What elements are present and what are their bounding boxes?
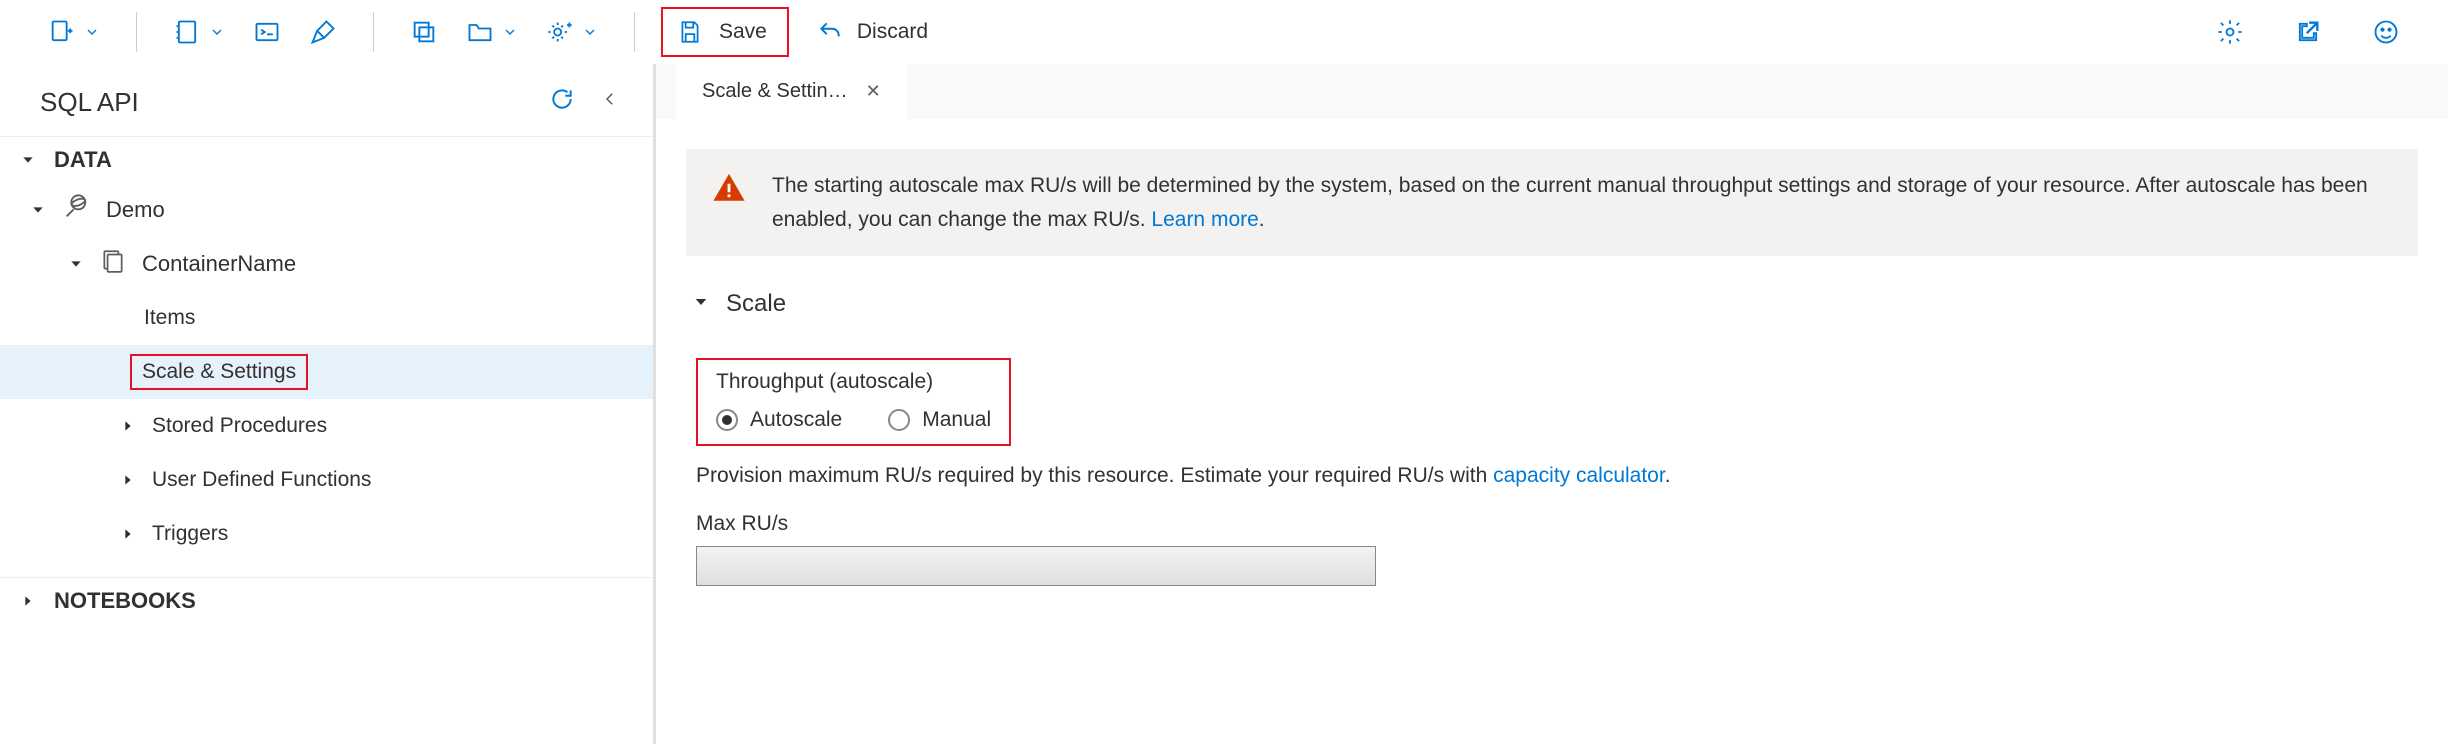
- toolbar-settings[interactable]: [2206, 8, 2254, 56]
- maxru-input[interactable]: [696, 546, 1376, 586]
- banner-text: The starting autoscale max RU/s will be …: [772, 169, 2392, 236]
- console-icon: [253, 18, 281, 46]
- provision-text: Provision maximum RU/s required by this …: [696, 464, 2418, 488]
- tree-item-label: Triggers: [152, 522, 228, 546]
- throughput-radio-group: Autoscale Manual: [716, 408, 991, 432]
- caret-down-icon: [30, 201, 46, 219]
- open-external-icon: [2294, 18, 2322, 46]
- caret-down-icon: [20, 151, 36, 169]
- info-banner: The starting autoscale max RU/s will be …: [686, 149, 2418, 256]
- tree-item-label: Scale & Settings: [130, 354, 308, 390]
- toolbar-bar: Save Discard: [0, 0, 2448, 64]
- sidebar-header: SQL API: [0, 64, 653, 136]
- chevron-down-icon: [582, 24, 598, 40]
- learn-more-link[interactable]: Learn more: [1151, 208, 1258, 231]
- toolbar-feedback[interactable]: [2362, 8, 2410, 56]
- toolbar-separator: [634, 12, 635, 52]
- close-tab-button[interactable]: ✕: [866, 81, 881, 102]
- chevron-down-icon: [84, 24, 100, 40]
- sidebar: SQL API DATA: [0, 64, 656, 744]
- tree-container[interactable]: ContainerName: [0, 237, 653, 291]
- tree-database-label: Demo: [106, 197, 165, 223]
- sidebar-data-header[interactable]: DATA: [0, 137, 653, 183]
- database-icon: [62, 193, 90, 227]
- gear-icon: [2216, 18, 2244, 46]
- discard-button[interactable]: Discard: [807, 8, 944, 56]
- tree-item-stored-procedures[interactable]: Stored Procedures: [0, 399, 653, 453]
- toolbar-separator: [136, 12, 137, 52]
- gear-plus-icon: [546, 18, 574, 46]
- tree-item-scale-settings[interactable]: Scale & Settings: [0, 345, 653, 399]
- throughput-heading: Throughput (autoscale): [716, 370, 991, 394]
- toolbar-broom[interactable]: [299, 8, 347, 56]
- toolbar-notebook[interactable]: [163, 8, 235, 56]
- refresh-button[interactable]: [549, 86, 575, 118]
- notebook-icon: [173, 18, 201, 46]
- sidebar-title: SQL API: [40, 87, 535, 118]
- radio-icon: [888, 409, 910, 431]
- sidebar-section-label: NOTEBOOKS: [54, 588, 196, 614]
- toolbar-separator: [373, 12, 374, 52]
- discard-label: Discard: [851, 20, 934, 44]
- undo-icon: [817, 19, 843, 45]
- tree-item-items[interactable]: Items: [0, 291, 653, 345]
- chevron-down-icon: [209, 24, 225, 40]
- warning-icon: [712, 171, 746, 211]
- save-label: Save: [713, 20, 773, 44]
- radio-label: Autoscale: [750, 408, 842, 432]
- scale-section-heading[interactable]: Scale: [692, 290, 2418, 318]
- sidebar-data-section: DATA Demo ContainerName: [0, 136, 653, 561]
- toolbar-open-external[interactable]: [2284, 8, 2332, 56]
- maxru-label: Max RU/s: [696, 512, 2418, 536]
- tree-item-label: Stored Procedures: [152, 414, 327, 438]
- toolbar-console[interactable]: [243, 8, 291, 56]
- radio-manual[interactable]: Manual: [888, 408, 991, 432]
- toolbar-layers[interactable]: [400, 8, 448, 56]
- toolbar-folder[interactable]: [456, 8, 528, 56]
- sidebar-notebooks-section: NOTEBOOKS: [0, 577, 653, 624]
- caret-right-icon: [20, 593, 36, 609]
- chevron-down-icon: [502, 24, 518, 40]
- content-pane: The starting autoscale max RU/s will be …: [656, 119, 2448, 744]
- caret-right-icon: [120, 472, 136, 488]
- caret-down-icon: [692, 290, 710, 318]
- radio-label: Manual: [922, 408, 991, 432]
- banner-message: The starting autoscale max RU/s will be …: [772, 174, 2368, 231]
- save-button[interactable]: Save: [661, 7, 789, 57]
- tree-container-label: ContainerName: [142, 251, 296, 277]
- sidebar-section-label: DATA: [54, 147, 112, 173]
- throughput-box: Throughput (autoscale) Autoscale Manual: [696, 358, 1011, 446]
- tab-label: Scale & Settin…: [702, 80, 848, 103]
- toolbar-settings-gear[interactable]: [536, 8, 608, 56]
- sidebar-notebooks-header[interactable]: NOTEBOOKS: [0, 578, 653, 624]
- tree-item-udf[interactable]: User Defined Functions: [0, 453, 653, 507]
- tree-item-triggers[interactable]: Triggers: [0, 507, 653, 561]
- save-icon: [677, 19, 703, 45]
- broom-icon: [309, 18, 337, 46]
- container-icon: [100, 248, 126, 280]
- tree-database[interactable]: Demo: [0, 183, 653, 237]
- layers-icon: [410, 18, 438, 46]
- main-area: Scale & Settin… ✕ The starting autoscale…: [656, 64, 2448, 744]
- tree-item-label: User Defined Functions: [152, 468, 371, 492]
- provision-message: Provision maximum RU/s required by this …: [696, 464, 1493, 487]
- caret-right-icon: [120, 526, 136, 542]
- tree-item-label: Items: [144, 306, 195, 330]
- new-document-icon: [48, 18, 76, 46]
- caret-down-icon: [68, 255, 84, 273]
- tab-bar: Scale & Settin… ✕: [656, 64, 2448, 119]
- smiley-icon: [2372, 18, 2400, 46]
- toolbar-new-item[interactable]: [38, 8, 110, 56]
- caret-right-icon: [120, 418, 136, 434]
- folder-icon: [466, 18, 494, 46]
- scale-label: Scale: [726, 290, 786, 318]
- capacity-calculator-link[interactable]: capacity calculator: [1493, 464, 1665, 487]
- tab-scale-settings[interactable]: Scale & Settin… ✕: [676, 64, 907, 119]
- radio-autoscale[interactable]: Autoscale: [716, 408, 842, 432]
- radio-icon: [716, 409, 738, 431]
- collapse-sidebar-button[interactable]: [601, 86, 619, 118]
